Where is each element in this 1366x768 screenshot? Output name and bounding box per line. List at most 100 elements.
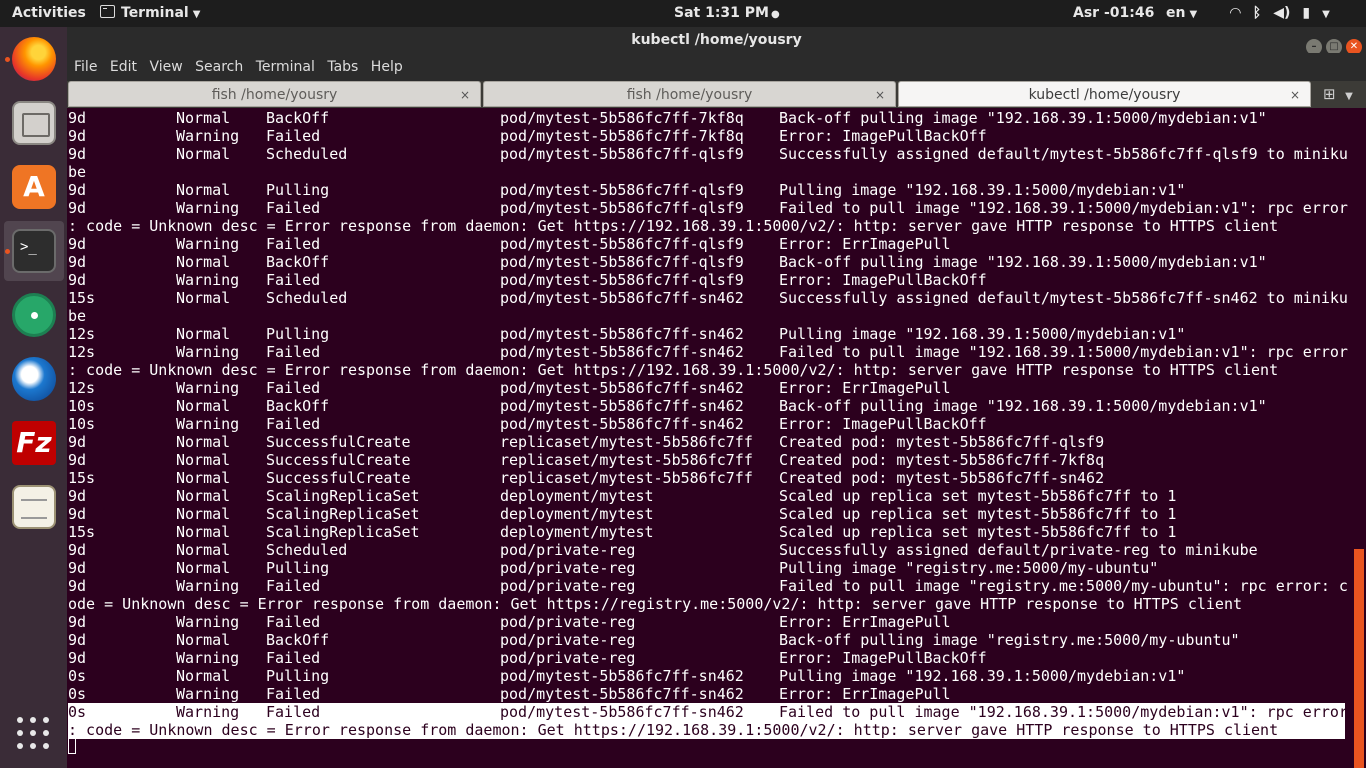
event-type: Warning [176, 199, 240, 217]
event-row: 9d Normal ScalingReplicaSet deployment/myte… [68, 487, 1348, 505]
event-message: Failed to pull image "192.168.39.1:5000/… [779, 199, 1348, 217]
event-row: 9d Warning Failed pod/private-reg Error: Ima… [68, 649, 1348, 667]
tab-bar: fish /home/yousry × fish /home/yousry × ku… [67, 81, 1366, 108]
wrapped-line: ode = Unknown desc = Error response from… [68, 595, 1242, 613]
event-type: Normal [176, 505, 231, 523]
event-type: Warning [176, 613, 240, 631]
event-age: 9d [68, 127, 87, 145]
event-object: deployment/mytest [500, 523, 654, 541]
tab-kubectl[interactable]: kubectl /home/yousry × [898, 81, 1311, 107]
event-object: pod/private-reg [500, 559, 636, 577]
event-age: 0s [68, 703, 87, 721]
event-age: 9d [68, 559, 87, 577]
event-message: Error: ErrImagePull [779, 613, 951, 631]
event-row: 9d Warning Failed pod/mytest-5b586fc7ff-qls… [68, 199, 1348, 217]
event-row: 10s Warning Failed pod/mytest-5b586fc7ff-sn… [68, 415, 1348, 433]
event-message: Scaled up replica set mytest-5b586fc7ff … [779, 487, 1177, 505]
menu-edit[interactable]: Edit [109, 53, 138, 81]
dock-software[interactable]: A [4, 157, 64, 217]
event-reason: Pulling [266, 325, 330, 343]
event-reason: ScalingReplicaSet [266, 505, 420, 523]
event-object: pod/mytest-5b586fc7ff-sn462 [500, 397, 744, 415]
event-row: 9d Warning Failed pod/mytest-5b586fc7ff-qls… [68, 235, 1348, 253]
menu-help[interactable]: Help [370, 53, 404, 81]
event-reason: SuccessfulCreate [266, 469, 411, 487]
event-age: 9d [68, 451, 87, 469]
dock-terminal[interactable]: >_ [4, 221, 64, 281]
event-row: 9d Normal BackOff pod/mytest-5b586fc7ff-qls… [68, 253, 1348, 271]
chevron-down-icon[interactable]: ▼ [1345, 91, 1353, 102]
chevron-down-icon: ▼ [1322, 9, 1330, 20]
terminal-output[interactable]: 9d Normal BackOff pod/mytest-5b586fc7ff-7kf… [67, 108, 1348, 768]
close-icon[interactable]: × [460, 82, 470, 108]
event-type: Normal [176, 145, 231, 163]
event-object: pod/mytest-5b586fc7ff-qlsf9 [500, 271, 744, 289]
menubar: File Edit View Search Terminal Tabs Help [67, 53, 1366, 81]
event-message: Back-off pulling image "192.168.39.1:500… [779, 397, 1267, 415]
event-object: pod/mytest-5b586fc7ff-sn462 [500, 325, 744, 343]
event-reason: Failed [266, 613, 321, 631]
dock-files[interactable] [4, 93, 64, 153]
event-object: pod/mytest-5b586fc7ff-7kf8q [500, 127, 744, 145]
event-age: 9d [68, 487, 87, 505]
event-type: Normal [176, 289, 231, 307]
event-type: Warning [176, 649, 240, 667]
prayer-time-indicator[interactable]: Asr -01:46 [1073, 0, 1154, 27]
thunderbird-icon [12, 357, 56, 401]
event-row: 0s Normal Pulling pod/mytest-5b586fc7ff-sn4… [68, 667, 1348, 685]
event-type: Normal [176, 397, 231, 415]
event-age: 9d [68, 181, 87, 199]
event-message: Back-off pulling image "192.168.39.1:500… [779, 253, 1267, 271]
event-object: pod/private-reg [500, 577, 636, 595]
event-row: 12s Warning Failed pod/mytest-5b586fc7ff-sn… [68, 343, 1348, 361]
event-message: Pulling image "192.168.39.1:5000/mydebia… [779, 325, 1186, 343]
close-icon[interactable]: × [875, 82, 885, 108]
dock-atom[interactable] [4, 285, 64, 345]
event-type: Normal [176, 433, 231, 451]
event-type: Normal [176, 109, 231, 127]
menu-search[interactable]: Search [194, 53, 244, 81]
event-age: 9d [68, 649, 87, 667]
event-message: Pulling image "192.168.39.1:5000/mydebia… [779, 667, 1186, 685]
event-message: Scaled up replica set mytest-5b586fc7ff … [779, 505, 1177, 523]
event-reason: BackOff [266, 397, 330, 415]
event-message: Failed to pull image "192.168.39.1:5000/… [779, 343, 1348, 361]
event-message: Created pod: mytest-5b586fc7ff-sn462 [779, 469, 1105, 487]
dock-filezilla[interactable]: Fz [4, 413, 64, 473]
language-indicator[interactable]: en ▼ [1166, 0, 1197, 27]
menu-tabs[interactable]: Tabs [326, 53, 359, 81]
close-icon[interactable]: × [1290, 82, 1300, 108]
window-titlebar[interactable]: kubectl /home/yousry – □ ✕ [67, 27, 1366, 55]
dock-firefox[interactable] [4, 29, 64, 89]
menu-view[interactable]: View [148, 53, 183, 81]
top-panel: Activities Terminal ▼ Sat 1:31 PM ● Asr -0… [0, 0, 1366, 27]
menu-file[interactable]: File [73, 53, 98, 81]
activities-button[interactable]: Activities [12, 0, 86, 27]
tab-fish-2[interactable]: fish /home/yousry × [483, 81, 896, 107]
menu-terminal[interactable]: Terminal [255, 53, 316, 81]
app-menu[interactable]: Terminal ▼ [100, 0, 200, 27]
event-object: pod/mytest-5b586fc7ff-qlsf9 [500, 199, 744, 217]
show-applications-icon[interactable] [17, 717, 49, 749]
event-object: pod/private-reg [500, 541, 636, 559]
clock[interactable]: Sat 1:31 PM ● [674, 0, 780, 27]
system-tray[interactable]: ◠ ᛒ ◀) ▮ ▼ [1230, 0, 1342, 27]
firefox-icon [12, 37, 56, 81]
event-message: Error: ImagePullBackOff [779, 649, 987, 667]
scrollbar[interactable] [1354, 549, 1364, 768]
event-age: 12s [68, 343, 96, 361]
event-reason: Scheduled [266, 541, 348, 559]
running-indicator-icon [5, 57, 10, 62]
event-message: Error: ErrImagePull [779, 685, 951, 703]
dock-text-editor[interactable] [4, 477, 64, 537]
wrapped-line: be [68, 307, 87, 325]
tab-fish-1[interactable]: fish /home/yousry × [68, 81, 481, 107]
event-object: pod/mytest-5b586fc7ff-sn462 [500, 667, 744, 685]
new-tab-icon[interactable]: ⊞ [1323, 85, 1336, 103]
event-age: 15s [68, 523, 96, 541]
event-type: Warning [176, 343, 240, 361]
event-age: 0s [68, 667, 87, 685]
event-age: 9d [68, 631, 87, 649]
event-reason: Failed [266, 577, 321, 595]
dock-thunderbird[interactable] [4, 349, 64, 409]
